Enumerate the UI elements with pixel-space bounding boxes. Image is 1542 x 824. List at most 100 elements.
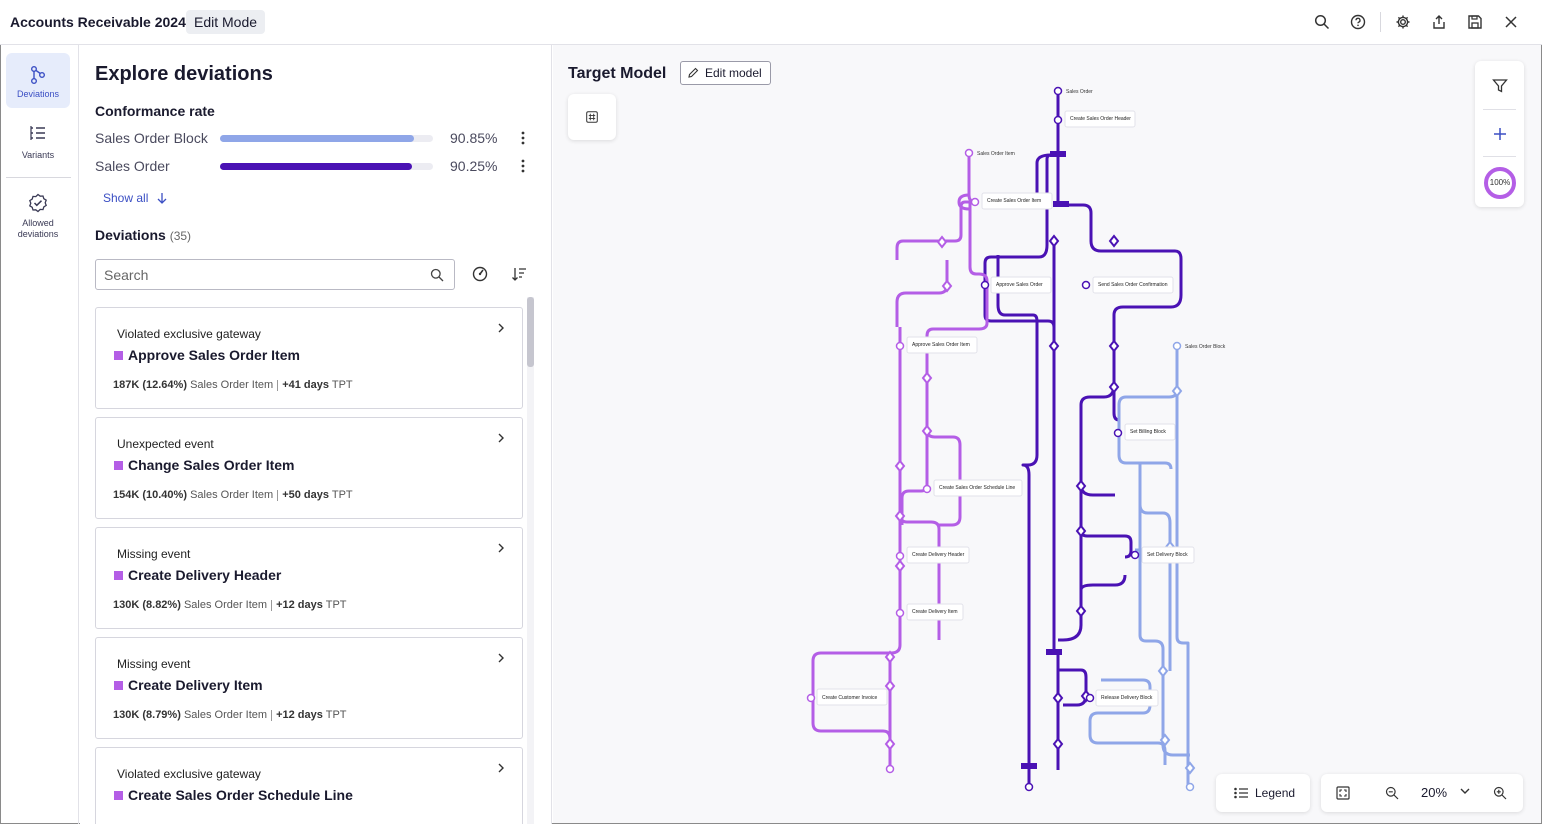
activity-label: Send Sales Order Confirmation	[1098, 282, 1168, 288]
deviation-count: 130K (8.79%)	[113, 709, 181, 721]
deviation-count: 154K (10.40%)	[113, 489, 187, 501]
activity-node[interactable]: Create Sales Order Schedule Line	[922, 479, 1023, 497]
meta-separator	[277, 489, 279, 501]
chevron-down-icon[interactable]	[1459, 785, 1471, 797]
activity-label: Set Delivery Block	[1147, 552, 1188, 558]
edit-model-button[interactable]: Edit model	[680, 61, 771, 85]
deviation-count: 187K (12.64%)	[113, 379, 187, 391]
filter-icon[interactable]	[1487, 73, 1513, 99]
chevron-right-icon	[498, 433, 504, 443]
deviations-title-label: Deviations	[95, 227, 166, 243]
search-input[interactable]	[104, 266, 424, 284]
start-label: Sales Order Item	[977, 151, 1015, 157]
deviation-title: Create Sales Order Schedule Line	[128, 787, 353, 803]
process-graph: Sales Order Sales Order Item Sales Order…	[806, 86, 1226, 792]
activity-node[interactable]: Create Sales Order Item	[970, 192, 1053, 210]
save-icon[interactable]	[1464, 11, 1486, 33]
activity-node[interactable]: Create Customer Invoice	[806, 688, 888, 706]
deviation-title: Change Sales Order Item	[128, 457, 295, 473]
deviation-type: Missing event	[117, 657, 191, 671]
search-icon[interactable]	[1311, 11, 1333, 33]
start-label: Sales Order	[1066, 89, 1093, 95]
edit-model-label: Edit model	[705, 66, 762, 80]
search-icon[interactable]	[430, 268, 444, 282]
pencil-icon	[688, 67, 699, 78]
model-canvas[interactable]: Sales Order Sales Order Item Sales Order…	[553, 45, 1541, 823]
legend-button[interactable]: Legend	[1216, 774, 1310, 812]
zoom-level[interactable]: 20%	[1421, 785, 1447, 800]
object-color-swatch	[114, 460, 123, 470]
more-options-icon[interactable]	[519, 158, 527, 174]
left-nav: Deviations Variants Allowed deviations	[0, 45, 79, 824]
deviation-object: Sales Order Item	[183, 709, 268, 721]
object-color-swatch	[114, 680, 123, 690]
share-icon[interactable]	[1428, 11, 1450, 33]
deviation-object: Sales Order Item	[190, 489, 274, 501]
rate-value: 90.25%	[450, 158, 498, 174]
zoom-out-icon[interactable]	[1383, 784, 1401, 802]
rate-label: Sales Order Block	[95, 130, 208, 146]
zoom-indicator[interactable]: 100%	[1484, 167, 1516, 199]
close-icon[interactable]	[1500, 11, 1522, 33]
edit-mode-badge[interactable]: Edit Mode	[186, 10, 266, 34]
deviation-meta: 187K (12.64%) Sales Order Item +41 days T…	[113, 379, 353, 391]
scrollbar[interactable]	[527, 297, 534, 824]
deviation-card[interactable]: Unexpected event Change Sales Order Item…	[95, 417, 523, 519]
chevron-right-icon	[498, 763, 504, 773]
activity-node[interactable]: Approve Sales Order	[980, 276, 1052, 294]
activity-node[interactable]: Create Delivery Header	[895, 546, 970, 564]
zoom-in-icon[interactable]	[1491, 784, 1509, 802]
settings-icon[interactable]	[1392, 11, 1414, 33]
activity-label: Release Delivery Block	[1101, 695, 1153, 701]
add-icon[interactable]	[1487, 121, 1513, 147]
deviation-days: +41 days	[282, 379, 329, 391]
chevron-right-icon	[498, 323, 504, 333]
activity-label: Approve Sales Order	[996, 282, 1043, 288]
nav-variants[interactable]: Variants	[6, 125, 70, 169]
search-box	[95, 259, 455, 290]
deviation-type: Missing event	[117, 547, 191, 561]
show-all-link[interactable]: Show all	[103, 191, 168, 205]
app-title: Accounts Receivable 2024	[10, 14, 186, 30]
scrollbar-thumb[interactable]	[527, 297, 534, 367]
activity-node[interactable]: Create Sales Order Header	[1053, 110, 1136, 128]
deviation-type: Unexpected event	[117, 437, 214, 451]
hash-icon	[586, 111, 598, 123]
activity-node[interactable]: Set Billing Block	[1113, 423, 1176, 441]
deviation-card[interactable]: Missing event Create Delivery Item 130K …	[95, 637, 523, 739]
deviation-title: Create Delivery Header	[128, 567, 282, 583]
deviation-meta: 154K (10.40%) Sales Order Item +50 days T…	[113, 489, 353, 501]
conformance-rate-title: Conformance rate	[95, 103, 215, 119]
nav-allowed-deviations[interactable]: Allowed deviations	[6, 193, 70, 241]
activity-node[interactable]: Approve Sales Order Item	[895, 336, 978, 354]
deviations-count: (35)	[169, 229, 192, 243]
deviation-unit: TPT	[331, 489, 353, 501]
deviation-unit: TPT	[325, 599, 347, 611]
arrow-down-icon	[157, 193, 167, 204]
deviation-count: 130K (8.82%)	[113, 599, 181, 611]
deviation-type: Violated exclusive gateway	[117, 327, 261, 341]
hash-button[interactable]	[568, 94, 616, 140]
object-color-swatch	[114, 790, 123, 800]
nav-allowed-deviations-label: Allowed deviations	[17, 218, 59, 239]
activity-node[interactable]: Send Sales Order Confirmation	[1081, 276, 1174, 294]
rate-label: Sales Order	[95, 158, 170, 174]
help-icon[interactable]	[1347, 11, 1369, 33]
activity-node[interactable]: Create Delivery Item	[895, 603, 964, 621]
gauge-icon[interactable]	[470, 264, 490, 284]
deviation-unit: TPT	[331, 379, 353, 391]
deviation-days: +12 days	[276, 599, 323, 611]
more-options-icon[interactable]	[519, 130, 527, 146]
rate-bar	[220, 163, 433, 170]
fit-to-screen-icon[interactable]	[1334, 784, 1352, 802]
deviation-object: Sales Order Item	[190, 379, 274, 391]
deviation-card[interactable]: Violated exclusive gateway Create Sales …	[95, 747, 523, 824]
start-label: Sales Order Block	[1185, 344, 1226, 350]
meta-separator	[277, 379, 279, 391]
sort-icon[interactable]	[509, 264, 529, 284]
deviation-card[interactable]: Violated exclusive gateway Approve Sales…	[95, 307, 523, 409]
deviation-card[interactable]: Missing event Create Delivery Header 130…	[95, 527, 523, 629]
deviation-days: +12 days	[276, 709, 323, 721]
activity-node[interactable]: Release Delivery Block	[1085, 689, 1159, 707]
nav-deviations[interactable]: Deviations	[6, 53, 70, 108]
